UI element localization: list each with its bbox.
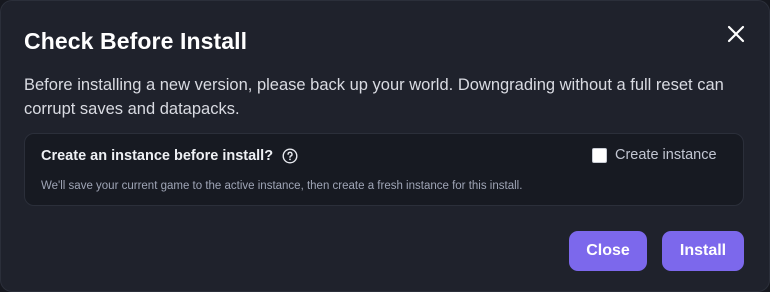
dialog-title: Check Before Install [24,28,248,54]
close-icon[interactable] [723,21,749,47]
create-instance-checkbox[interactable] [592,147,607,163]
close-button[interactable]: Close [569,231,647,271]
install-button[interactable]: Install [662,231,744,271]
create-instance-question: Create an instance before install? [41,148,298,164]
create-instance-checkbox-control[interactable]: Create instance [592,147,717,163]
create-instance-description: We'll save your current game to the acti… [41,180,523,192]
check-before-install-dialog: Check Before Install Before installing a… [0,0,770,292]
help-circle-icon[interactable] [282,148,298,164]
create-instance-panel: Create an instance before install? Creat… [24,133,744,206]
dialog-message: Before installing a new version, please … [24,76,724,118]
create-instance-checkbox-label[interactable]: Create instance [615,147,717,163]
create-instance-question-text: Create an instance before install? [41,148,274,164]
